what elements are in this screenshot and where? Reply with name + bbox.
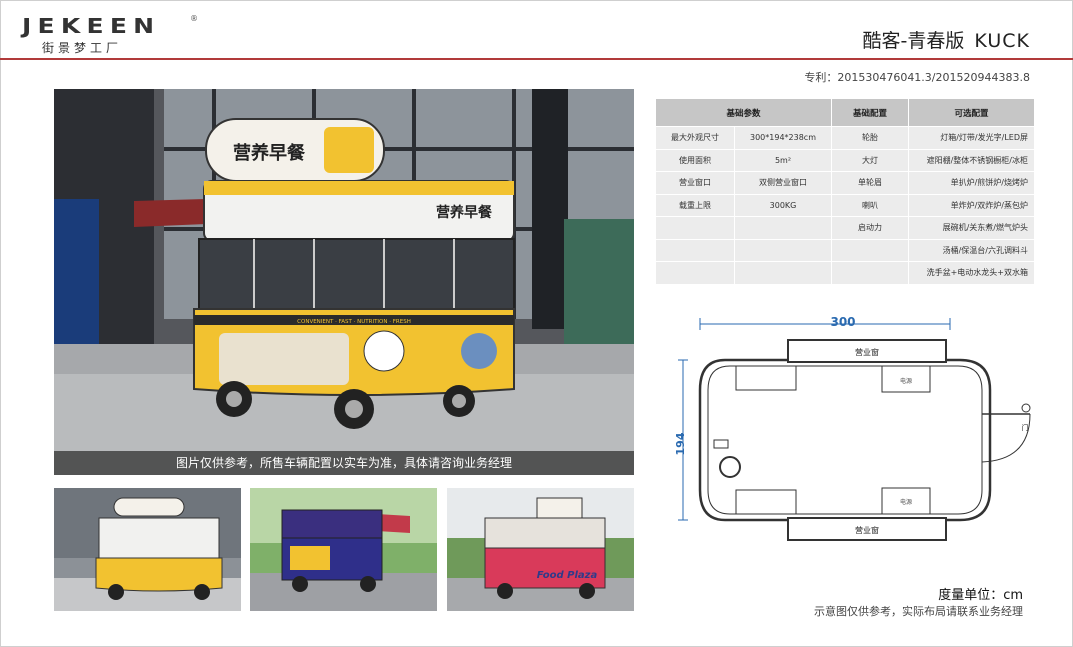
- bottom-cabinet-label: 电源: [900, 498, 912, 506]
- thumbnail-pink-truck[interactable]: Food Plaza: [447, 488, 634, 611]
- table-cell: 双侧营业窗口: [734, 171, 832, 195]
- table-cell: 300*194*238cm: [734, 126, 832, 150]
- thumb-blue-illustration: [250, 488, 437, 611]
- product-name-cn: 酷客-青春版: [862, 30, 965, 52]
- main-product-photo: 营养早餐 营养早餐 CONVENIENT · FAST · NUTRITION …: [54, 89, 634, 475]
- depth-dimension-label: 194: [674, 432, 687, 455]
- product-title: 酷客-青春版 KUCK: [863, 26, 1030, 53]
- table-cell: 大灯: [831, 148, 909, 172]
- thumb3-food-plaza-text: Food Plaza: [537, 570, 598, 581]
- top-cabinet-label: 电源: [900, 377, 912, 385]
- header-divider: [0, 58, 1073, 60]
- table-cell: 单轮眉: [831, 171, 909, 195]
- photo-caption: 图片仅供参考，所售车辆配置以实车为准，具体请咨询业务经理: [54, 451, 634, 475]
- table-row: 启动力 展碗机/关东煮/燃气炉头: [655, 216, 1035, 240]
- body-sign-text: 营养早餐: [436, 204, 493, 221]
- width-dimension-label: 300: [830, 315, 855, 329]
- diagram-note: 示意图仅供参考，实际布局请联系业务经理: [814, 605, 1023, 618]
- table-cell: 载重上限: [655, 193, 735, 217]
- spec-header-basic-config: 基础配置: [831, 98, 909, 127]
- spec-table: 基础参数 基础配置 可选配置 最大外观尺寸 300*194*238cm 轮胎 灯…: [655, 98, 1035, 285]
- product-name-en: KUCK: [974, 30, 1030, 52]
- brand-wordmark: JEKEEN: [22, 14, 161, 38]
- table-cell: 喇叭: [831, 193, 909, 217]
- table-row: 最大外观尺寸 300*194*238cm 轮胎 灯箱/灯带/发光字/LED屏: [655, 126, 1035, 150]
- brand-subtitle: 街景梦工厂: [42, 41, 123, 55]
- table-cell: [831, 238, 909, 262]
- table-cell: [655, 238, 735, 262]
- table-cell: 展碗机/关东煮/燃气炉头: [908, 216, 1035, 240]
- table-row: 载重上限 300KG 喇叭 单炸炉/双炸炉/蒸包炉: [655, 193, 1035, 217]
- floor-plan-diagram: 300 194 营业窗 营业窗 电源 电源 门: [670, 312, 1050, 544]
- table-cell: [831, 261, 909, 285]
- roof-sign-text: 营养早餐: [233, 142, 306, 164]
- table-cell: 单炸炉/双炸炉/蒸包炉: [908, 193, 1035, 217]
- table-cell: 单扒炉/煎饼炉/烧烤炉: [908, 171, 1035, 195]
- door-label: 门: [1022, 423, 1029, 432]
- table-row: 使用面积 5m² 大灯 遮阳棚/整体不锈钢橱柜/冰柜: [655, 148, 1035, 172]
- brand-reg-mark: ®: [190, 14, 198, 23]
- thumbnail-blue-truck[interactable]: [250, 488, 437, 611]
- thumb-yellow-illustration: [54, 488, 241, 611]
- table-cell: [734, 261, 832, 285]
- bottom-window-label: 营业窗: [855, 525, 879, 535]
- table-cell: 使用面积: [655, 148, 735, 172]
- table-cell: 遮阳棚/整体不锈钢橱柜/冰柜: [908, 148, 1035, 172]
- spec-table-header-row: 基础参数 基础配置 可选配置: [655, 98, 1035, 127]
- table-cell: 洗手盆+电动水龙头+双水箱: [908, 261, 1035, 285]
- brand-logo: JEKEEN ® 街景梦工厂: [22, 14, 198, 56]
- table-cell: [734, 238, 832, 262]
- patent-number: 专利：201530476041.3/201520944383.8: [804, 71, 1030, 84]
- table-row: 营业窗口 双侧营业窗口 单轮眉 单扒炉/煎饼炉/烧烤炉: [655, 171, 1035, 195]
- table-row: 洗手盆+电动水龙头+双水箱: [655, 261, 1035, 285]
- thumb-pink-illustration: Food Plaza: [447, 488, 634, 611]
- table-cell: [734, 216, 832, 240]
- floor-plan-svg: 300 194 营业窗 营业窗 电源 电源 门: [674, 315, 1031, 541]
- measurement-unit: 度量单位：cm: [938, 588, 1023, 603]
- top-window-label: 营业窗: [855, 347, 879, 357]
- table-cell: 轮胎: [831, 126, 909, 150]
- thumbnail-yellow-truck[interactable]: [54, 488, 241, 611]
- table-row: 汤桶/保温台/六孔调料斗: [655, 238, 1035, 262]
- table-cell: 5m²: [734, 148, 832, 172]
- truck-illustration: 营养早餐 营养早餐 CONVENIENT · FAST · NUTRITION …: [54, 89, 634, 475]
- spec-header-basic-params: 基础参数: [655, 98, 832, 127]
- table-cell: 最大外观尺寸: [655, 126, 735, 150]
- table-cell: 300KG: [734, 193, 832, 217]
- table-cell: [655, 216, 735, 240]
- body-stripe-text: CONVENIENT · FAST · NUTRITION · FRESH: [297, 319, 411, 325]
- table-cell: [655, 261, 735, 285]
- table-cell: 启动力: [831, 216, 909, 240]
- table-cell: 营业窗口: [655, 171, 735, 195]
- table-cell: 灯箱/灯带/发光字/LED屏: [908, 126, 1035, 150]
- spec-header-optional-config: 可选配置: [908, 98, 1035, 127]
- table-cell: 汤桶/保温台/六孔调料斗: [908, 238, 1035, 262]
